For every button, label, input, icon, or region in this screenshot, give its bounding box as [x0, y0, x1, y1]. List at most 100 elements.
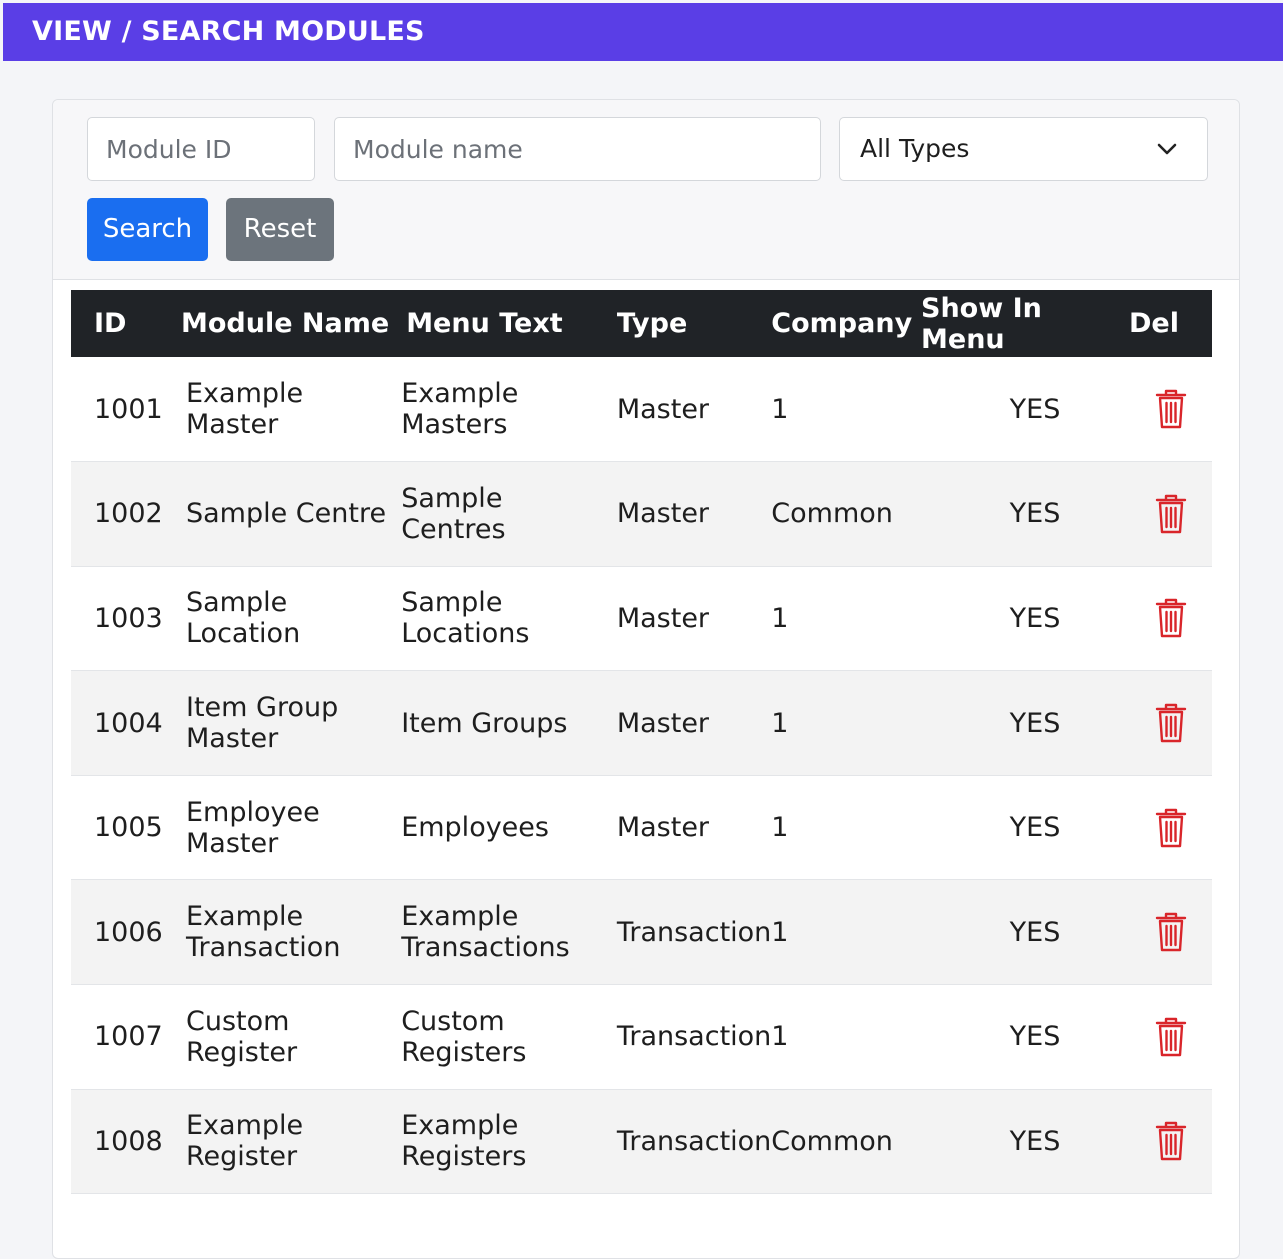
cell-id: 1007 [71, 984, 163, 1090]
cell-id: 1001 [71, 357, 163, 463]
show-in-menu-value: YES [1009, 393, 1061, 425]
module-id-field[interactable] [87, 117, 315, 181]
cell-company: 1 [771, 357, 922, 463]
cell-module-name: Sample Location [162, 566, 398, 672]
cell-delete [1129, 775, 1212, 881]
column-header-menu-text[interactable]: Menu Text [397, 290, 613, 357]
cell-menu-text: Sample Locations [397, 566, 613, 672]
cell-show-in-menu: YES [921, 879, 1130, 986]
cell-menu-text: Custom Registers [397, 984, 613, 1090]
cell-type: Transaction [612, 879, 772, 986]
cell-type: Master [612, 566, 772, 672]
column-header-company[interactable]: Company [771, 290, 921, 357]
search-button[interactable]: Search [87, 198, 208, 261]
table-row[interactable]: 1002 Sample Centre Sample Centres Master Com… [71, 461, 1212, 567]
show-in-menu-value: YES [1009, 1125, 1061, 1157]
cell-menu-text: Example Transactions [397, 879, 613, 986]
cell-id: 1004 [71, 670, 163, 776]
page-title: VIEW / SEARCH MODULES [32, 16, 425, 47]
cell-id: 1003 [71, 566, 163, 672]
trash-icon[interactable] [1155, 912, 1187, 952]
show-in-menu-value: YES [1009, 602, 1061, 634]
cell-menu-text: Example Masters [397, 357, 613, 463]
cell-show-in-menu: YES [921, 566, 1130, 672]
cell-type: Transaction [612, 1089, 772, 1195]
show-in-menu-value: YES [1009, 707, 1061, 739]
cell-delete [1129, 670, 1212, 776]
trash-icon[interactable] [1155, 389, 1187, 429]
show-in-menu-value: YES [1009, 498, 1061, 530]
trash-icon[interactable] [1155, 703, 1187, 743]
type-select-value: All Types [860, 134, 970, 163]
cell-module-name: Custom Register [162, 984, 398, 1090]
table-row[interactable]: 1001 Example Master Example Masters Master 1… [71, 357, 1212, 463]
cell-delete [1129, 357, 1212, 463]
cell-delete [1129, 566, 1212, 672]
table-row[interactable]: 1003 Sample Location Sample Locations Maste… [71, 566, 1212, 672]
cell-company: Common [771, 461, 922, 567]
trash-icon[interactable] [1155, 1121, 1187, 1161]
trash-icon[interactable] [1155, 1017, 1187, 1057]
cell-module-name: Example Master [162, 357, 398, 463]
cell-show-in-menu: YES [921, 670, 1130, 776]
module-name-field[interactable] [334, 117, 821, 181]
column-header-module-name[interactable]: Module Name [163, 290, 397, 357]
cell-type: Master [612, 670, 772, 776]
cell-menu-text: Example Registers [397, 1089, 613, 1195]
module-id-input[interactable] [106, 118, 314, 180]
trash-icon[interactable] [1155, 808, 1187, 848]
cell-company: 1 [771, 566, 922, 672]
cell-delete [1129, 879, 1212, 986]
show-in-menu-value: YES [1009, 812, 1061, 844]
cell-menu-text: Item Groups [397, 670, 613, 776]
table-row[interactable]: 1005 Employee Master Employees Master 1 YES [71, 775, 1212, 881]
show-in-menu-value: YES [1009, 1021, 1061, 1053]
cell-type: Master [612, 775, 772, 881]
cell-company: 1 [771, 879, 922, 986]
trash-icon[interactable] [1155, 598, 1187, 638]
modules-table: ID Module Name Menu Text Type Company Sh… [71, 290, 1212, 1195]
cell-menu-text: Sample Centres [397, 461, 613, 567]
trash-icon[interactable] [1155, 494, 1187, 534]
cell-module-name: Employee Master [162, 775, 398, 881]
table-header-row: ID Module Name Menu Text Type Company Sh… [71, 290, 1212, 357]
cell-id: 1008 [71, 1089, 163, 1195]
cell-delete [1129, 1089, 1212, 1195]
cell-company: 1 [771, 670, 922, 776]
page-header: VIEW / SEARCH MODULES [3, 3, 1283, 61]
cell-id: 1006 [71, 879, 163, 986]
cell-delete [1129, 984, 1212, 1090]
column-header-show-in-menu[interactable]: Show In Menu [921, 290, 1129, 357]
module-name-input[interactable] [353, 118, 820, 180]
cell-module-name: Example Transaction [162, 879, 398, 986]
cell-show-in-menu: YES [921, 1089, 1130, 1195]
cell-module-name: Item Group Master [162, 670, 398, 776]
table-row[interactable]: 1004 Item Group Master Item Groups Master 1 Y… [71, 670, 1212, 776]
cell-id: 1005 [71, 775, 163, 881]
reset-button[interactable]: Reset [226, 198, 334, 261]
cell-show-in-menu: YES [921, 357, 1130, 463]
cell-show-in-menu: YES [921, 775, 1130, 881]
table-row[interactable]: 1007 Custom Register Custom Registers Trans… [71, 984, 1212, 1090]
cell-menu-text: Employees [397, 775, 613, 881]
cell-module-name: Example Register [162, 1089, 398, 1195]
filter-panel: All Types Search Reset [53, 100, 1239, 280]
cell-id: 1002 [71, 461, 163, 567]
show-in-menu-value: YES [1009, 916, 1061, 948]
table-row[interactable]: 1006 Example Transaction Example Transacti… [71, 879, 1212, 986]
chevron-down-icon [1157, 143, 1177, 155]
cell-delete [1129, 461, 1212, 567]
column-header-type[interactable]: Type [613, 290, 771, 357]
cell-type: Master [612, 461, 772, 567]
cell-module-name: Sample Centre [162, 461, 398, 567]
cell-company: 1 [771, 775, 922, 881]
cell-show-in-menu: YES [921, 461, 1130, 567]
column-header-del: Del [1129, 308, 1179, 339]
table-row[interactable]: 1008 Example Register Example Registers Tra… [71, 1089, 1212, 1195]
cell-type: Transaction [612, 984, 772, 1090]
cell-company: Common [771, 1089, 922, 1195]
cell-company: 1 [771, 984, 922, 1090]
type-select[interactable]: All Types [839, 117, 1208, 181]
column-header-id[interactable]: ID [71, 290, 163, 357]
cell-show-in-menu: YES [921, 984, 1130, 1090]
